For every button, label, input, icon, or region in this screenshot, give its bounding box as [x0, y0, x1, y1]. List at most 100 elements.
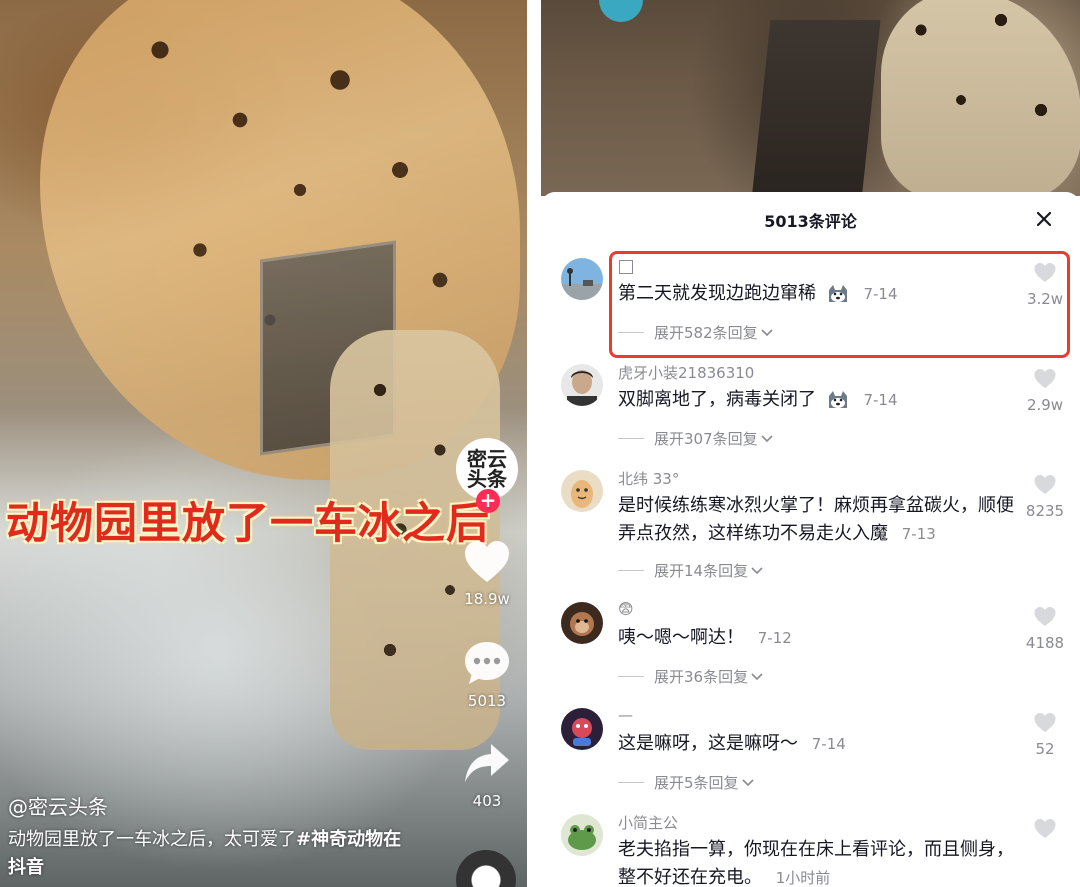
expand-replies-button[interactable]: 展开307条回复	[618, 428, 774, 449]
serval-cat-image	[881, 0, 1080, 196]
video-preview-strip[interactable]	[541, 0, 1080, 196]
reply-divider	[618, 332, 644, 333]
heart-outline-icon	[1034, 713, 1056, 732]
comment-like-count: 2.9w	[1026, 396, 1064, 414]
comment-time: 7-14	[863, 285, 898, 303]
comment-like-button[interactable]	[1017, 818, 1073, 846]
bean-avatar-icon	[561, 470, 603, 512]
avatar[interactable]	[561, 364, 603, 406]
video-overlay-caption: 动物园里放了一车冰之后	[6, 499, 490, 549]
comment-like-button[interactable]: 2.9w	[1017, 368, 1073, 414]
share-button[interactable]: 403	[456, 742, 518, 810]
music-disc-icon[interactable]	[456, 850, 516, 887]
comment-body: 第二天就发现边跑边窜稀 7-14	[618, 280, 1018, 308]
heart-outline-icon	[1034, 475, 1056, 494]
avatar[interactable]	[561, 708, 603, 750]
like-button[interactable]: 18.9w	[456, 540, 518, 608]
expand-replies-label: 展开14条回复	[654, 562, 749, 580]
chevron-down-icon	[761, 434, 773, 442]
share-count: 403	[472, 792, 502, 810]
heart-icon	[465, 541, 509, 582]
heart-outline-icon	[1034, 263, 1056, 282]
video-player[interactable]: 动物园里放了一车冰之后 密云头条 + 18.9w 5013 403 @密云头条 …	[0, 0, 527, 887]
reply-divider	[618, 782, 644, 783]
reply-divider	[618, 438, 644, 439]
comments-screen: 5013条评论 第二天就发现边跑边窜稀 7-14 展开582条回复 3.2w 虎…	[541, 0, 1080, 887]
expand-replies-button[interactable]: 展开14条回复	[618, 560, 764, 581]
comment-like-button[interactable]: 52	[1017, 712, 1073, 758]
comment-count: 5013	[467, 692, 507, 710]
author-handle[interactable]: @密云头条	[8, 791, 108, 820]
comment-body: 老夫掐指一算，你现在在床上看评论，而且侧身，整不好还在充电。 1小时前	[618, 836, 1018, 887]
comment-time: 1小时前	[775, 869, 831, 887]
toy-ball-image	[599, 0, 643, 22]
chevron-down-icon	[751, 672, 763, 680]
expand-replies-button[interactable]: 展开582条回复	[618, 322, 774, 343]
frog-avatar-icon	[561, 814, 603, 856]
cartoon-avatar-icon	[561, 708, 603, 750]
comment-body: 双脚离地了，病毒关闭了 7-14	[618, 386, 1018, 414]
expand-replies-label: 展开36条回复	[654, 668, 749, 686]
like-count: 18.9w	[464, 590, 510, 608]
chevron-down-icon	[751, 566, 763, 574]
chevron-down-icon	[741, 778, 754, 786]
creator-avatar-text: 密云头条	[467, 447, 507, 491]
comments-count-title: 5013条评论	[764, 212, 857, 231]
video-description-text: 动物园里放了一车冰之后，太可爱了	[8, 829, 296, 850]
ice-block-image	[751, 20, 881, 196]
comment-like-button[interactable]: 8235	[1017, 474, 1073, 520]
comment-time: 7-12	[757, 629, 792, 647]
comment-like-count: 52	[1035, 740, 1055, 758]
follow-button[interactable]: +	[476, 489, 500, 513]
checkbox-icon	[619, 260, 633, 274]
comment-like-button[interactable]: 4188	[1017, 606, 1073, 652]
comment-text: 第二天就发现边跑边窜稀	[618, 283, 816, 304]
comment-like-count: 4188	[1025, 634, 1065, 652]
expand-replies-button[interactable]: 展开36条回复	[618, 666, 764, 687]
comment-username[interactable]: —	[618, 706, 633, 724]
heart-outline-icon	[1034, 819, 1056, 838]
expand-replies-label: 展开307条回复	[654, 430, 758, 448]
reply-divider	[618, 570, 644, 571]
comment-body: 是时候练练寒冰烈火掌了！麻烦再拿盆碳火，顺便弄点孜然，这样练功不易走火入魔 7-…	[618, 492, 1018, 548]
comment-username[interactable]: 😨	[618, 600, 634, 618]
expand-replies-button[interactable]: 展开5条回复	[618, 772, 755, 793]
avatar[interactable]	[561, 470, 603, 512]
close-button[interactable]	[1031, 206, 1057, 232]
landscape-avatar-icon	[561, 258, 603, 300]
monkey-avatar-icon	[561, 602, 603, 644]
heart-outline-icon	[1034, 369, 1056, 388]
husky-emoji-icon	[828, 285, 847, 302]
avatar[interactable]	[561, 602, 603, 644]
chevron-down-icon	[761, 328, 773, 336]
comment-text: 双脚离地了，病毒关闭了	[618, 389, 816, 410]
comment-text: 是时候练练寒冰烈火掌了！麻烦再拿盆碳火，顺便弄点孜然，这样练功不易走火入魔	[618, 495, 1014, 544]
comment-body: 这是嘛呀，这是嘛呀～ 7-14	[618, 730, 1018, 758]
close-icon	[1036, 211, 1052, 227]
share-arrow-icon	[465, 744, 509, 782]
screenshot-composite: 动物园里放了一车冰之后 密云头条 + 18.9w 5013 403 @密云头条 …	[0, 0, 1080, 887]
expand-replies-label: 展开5条回复	[654, 774, 739, 792]
husky-emoji-icon	[828, 391, 847, 408]
video-description: 动物园里放了一车冰之后，太可爱了#神奇动物在抖音	[8, 826, 408, 882]
comment-text: 这是嘛呀，这是嘛呀～	[618, 733, 798, 754]
person-avatar-icon	[561, 364, 603, 406]
comment-like-count: 8235	[1025, 502, 1065, 520]
heart-outline-icon	[1034, 607, 1056, 626]
expand-replies-label: 展开582条回复	[654, 324, 758, 342]
comment-time: 7-13	[901, 525, 936, 543]
comment-body: 咦～嗯～啊达！ 7-12	[618, 624, 1018, 652]
comment-time: 7-14	[863, 391, 898, 409]
comment-time: 7-14	[811, 735, 846, 753]
comment-like-button[interactable]: 3.2w	[1017, 262, 1073, 308]
comment-text: 咦～嗯～啊达！	[618, 627, 744, 648]
comment-bubble-icon	[465, 642, 509, 684]
avatar[interactable]	[561, 258, 603, 300]
comment-username[interactable]: 虎牙小装21836310	[618, 362, 754, 383]
avatar[interactable]	[561, 814, 603, 856]
comment-button[interactable]: 5013	[456, 640, 518, 710]
comment-username[interactable]: 小简主公	[618, 812, 678, 833]
comments-sheet: 5013条评论 第二天就发现边跑边窜稀 7-14 展开582条回复 3.2w 虎…	[541, 192, 1080, 887]
reply-divider	[618, 676, 644, 677]
comment-username[interactable]: 北纬 33°	[618, 468, 679, 489]
